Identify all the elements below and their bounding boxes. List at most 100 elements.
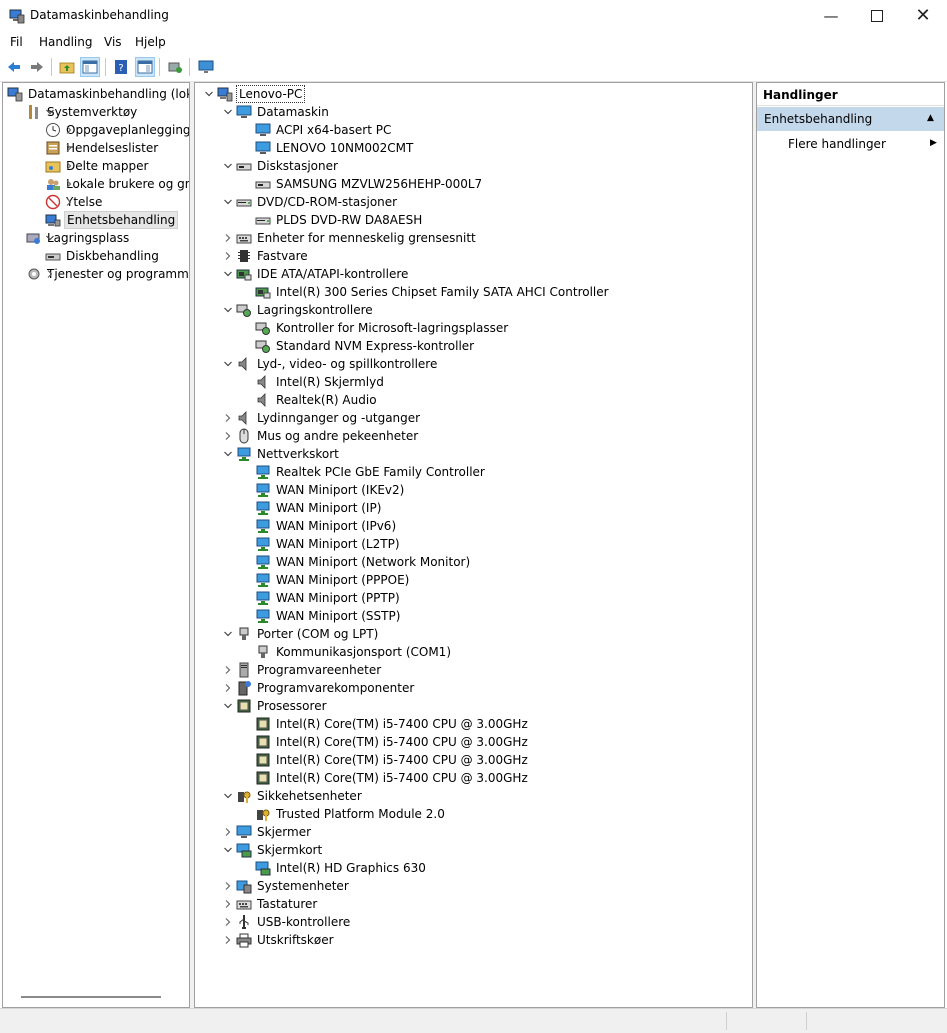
device-tree-item[interactable]: Lagringskontrollere (224, 301, 375, 319)
horizontal-scrollbar[interactable] (21, 996, 161, 998)
nav-tree-label[interactable]: Delte mapper (64, 158, 150, 174)
nav-tree-item[interactable]: Diskbehandling (45, 247, 161, 265)
nav-tree-label[interactable]: Datamaskinbehandling (lokal) (26, 86, 189, 102)
expand-chevron-icon[interactable] (222, 430, 234, 442)
device-tree-item[interactable]: IDE ATA/ATAPI-kontrollere (224, 265, 410, 283)
nav-tree-item[interactable]: Datamaskinbehandling (lokal) (7, 85, 189, 103)
forward-button[interactable] (27, 57, 47, 77)
collapse-chevron-icon[interactable] (222, 628, 234, 640)
device-tree-label[interactable]: WAN Miniport (SSTP) (274, 608, 402, 624)
device-tree-label[interactable]: Porter (COM og LPT) (255, 626, 380, 642)
menu-fil[interactable]: Fil (10, 35, 23, 49)
device-tree-item[interactable]: Utskriftskøer (225, 931, 336, 949)
nav-tree-item[interactable]: Lokale brukere og grupper (45, 175, 189, 193)
nav-tree-label[interactable]: Lokale brukere og grupper (64, 176, 189, 192)
device-tree-label[interactable]: Lydinnganger og -utganger (255, 410, 422, 426)
expand-chevron-icon[interactable] (63, 124, 75, 136)
device-tree-item[interactable]: Intel(R) Core(TM) i5-7400 CPU @ 3.00GHz (255, 733, 530, 751)
expand-chevron-icon[interactable] (222, 826, 234, 838)
device-tree-label[interactable]: Programvareenheter (255, 662, 383, 678)
device-tree-label[interactable]: WAN Miniport (IPv6) (274, 518, 398, 534)
device-tree-label[interactable]: Realtek PCIe GbE Family Controller (274, 464, 487, 480)
device-tree-item[interactable]: Enheter for menneskelig grensesnitt (225, 229, 478, 247)
menu-handling[interactable]: Handling (39, 35, 93, 49)
expand-chevron-icon[interactable] (222, 682, 234, 694)
device-tree-item[interactable]: Datamaskin (224, 103, 331, 121)
device-tree-label[interactable]: Systemenheter (255, 878, 351, 894)
expand-chevron-icon[interactable] (222, 916, 234, 928)
device-tree-label[interactable]: Diskstasjoner (255, 158, 340, 174)
device-tree-item[interactable]: Fastvare (225, 247, 310, 265)
device-tree-item[interactable]: Programvarekomponenter (225, 679, 416, 697)
device-tree-item[interactable]: Lyd-, video- og spillkontrollere (224, 355, 439, 373)
device-tree-item[interactable]: Lenovo-PC (205, 85, 306, 103)
device-tree-item[interactable]: Prosessorer (224, 697, 329, 715)
device-tree-label[interactable]: Intel(R) Core(TM) i5-7400 CPU @ 3.00GHz (274, 716, 530, 732)
device-tree-label[interactable]: USB-kontrollere (255, 914, 352, 930)
device-tree-label[interactable]: Intel(R) 300 Series Chipset Family SATA … (274, 284, 611, 300)
nav-tree-label[interactable]: Hendelseslister (64, 140, 160, 156)
device-tree-label[interactable]: Datamaskin (255, 104, 331, 120)
device-tree-item[interactable]: Kontroller for Microsoft-lagringsplasser (255, 319, 510, 337)
device-tree-label[interactable]: Intel(R) Core(TM) i5-7400 CPU @ 3.00GHz (274, 770, 530, 786)
expand-chevron-icon[interactable] (222, 664, 234, 676)
device-tree-label[interactable]: Kontroller for Microsoft-lagringsplasser (274, 320, 510, 336)
device-tree-label[interactable]: ACPI x64-basert PC (274, 122, 393, 138)
device-tree-item[interactable]: Trusted Platform Module 2.0 (255, 805, 447, 823)
menu-vis[interactable]: Vis (104, 35, 122, 49)
device-tree-label[interactable]: PLDS DVD-RW DA8AESH (274, 212, 424, 228)
device-tree-item[interactable]: WAN Miniport (Network Monitor) (255, 553, 472, 571)
close-button[interactable]: ✕ (900, 0, 946, 31)
device-tree-item[interactable]: Sikkehetsenheter (224, 787, 364, 805)
device-tree-item[interactable]: Realtek PCIe GbE Family Controller (255, 463, 487, 481)
collapse-chevron-icon[interactable] (222, 358, 234, 370)
device-tree-label[interactable]: Programvarekomponenter (255, 680, 416, 696)
expand-chevron-icon[interactable] (222, 934, 234, 946)
collapse-chevron-icon[interactable] (222, 106, 234, 118)
device-tree-item[interactable]: Standard NVM Express-kontroller (255, 337, 476, 355)
show-hide-tree-button[interactable] (80, 57, 100, 77)
collapse-chevron-icon[interactable] (222, 700, 234, 712)
device-tree-item[interactable]: Intel(R) Core(TM) i5-7400 CPU @ 3.00GHz (255, 769, 530, 787)
device-tree-item[interactable]: Intel(R) HD Graphics 630 (255, 859, 428, 877)
device-tree-item[interactable]: Skjermer (225, 823, 313, 841)
nav-tree-item[interactable]: Hendelseslister (45, 139, 160, 157)
device-tree-item[interactable]: Intel(R) Core(TM) i5-7400 CPU @ 3.00GHz (255, 751, 530, 769)
device-tree-item[interactable]: Programvareenheter (225, 661, 383, 679)
nav-tree-label[interactable]: Enhetsbehandling (64, 211, 179, 229)
device-tree-item[interactable]: WAN Miniport (SSTP) (255, 607, 402, 625)
nav-tree-item[interactable]: Ytelse (45, 193, 104, 211)
collapse-chevron-icon[interactable] (203, 88, 215, 100)
device-tree-item[interactable]: WAN Miniport (PPPOE) (255, 571, 411, 589)
back-button[interactable] (4, 57, 24, 77)
device-tree-item[interactable]: ACPI x64-basert PC (255, 121, 393, 139)
navigation-tree-pane[interactable]: Datamaskinbehandling (lokal) Systemverktø… (2, 82, 190, 1008)
expand-chevron-icon[interactable] (63, 196, 75, 208)
expand-chevron-icon[interactable] (222, 232, 234, 244)
device-tree-label[interactable]: DVD/CD-ROM-stasjoner (255, 194, 399, 210)
nav-tree-item[interactable]: Lagringsplass (26, 229, 131, 247)
collapse-chevron-icon[interactable] (222, 448, 234, 460)
device-tree-label[interactable]: LENOVO 10NM002CMT (274, 140, 415, 156)
device-tree-item[interactable]: Realtek(R) Audio (255, 391, 379, 409)
nav-tree-label[interactable]: Lagringsplass (45, 230, 131, 246)
nav-tree-label[interactable]: Systemverktøy (45, 104, 139, 120)
device-tree-label[interactable]: Nettverkskort (255, 446, 341, 462)
device-tree-item[interactable]: Porter (COM og LPT) (224, 625, 380, 643)
device-tree-item[interactable]: Diskstasjoner (224, 157, 340, 175)
device-tree-label[interactable]: Intel(R) Core(TM) i5-7400 CPU @ 3.00GHz (274, 752, 530, 768)
help-button[interactable]: ? (111, 57, 131, 77)
device-tree-label[interactable]: WAN Miniport (PPTP) (274, 590, 402, 606)
device-tree-item[interactable]: Nettverkskort (224, 445, 341, 463)
device-tree-label[interactable]: WAN Miniport (L2TP) (274, 536, 402, 552)
collapse-chevron-icon[interactable] (44, 232, 56, 244)
device-tree-pane[interactable]: Lenovo-PC Datamaskin ACPI x64-basert PC LEN… (194, 82, 753, 1008)
device-tree-item[interactable]: WAN Miniport (IKEv2) (255, 481, 406, 499)
device-tree-label[interactable]: Realtek(R) Audio (274, 392, 379, 408)
expand-chevron-icon[interactable] (63, 178, 75, 190)
device-tree-item[interactable]: Intel(R) 300 Series Chipset Family SATA … (255, 283, 611, 301)
device-tree-label[interactable]: WAN Miniport (IKEv2) (274, 482, 406, 498)
collapse-chevron-icon[interactable] (222, 196, 234, 208)
device-tree-item[interactable]: Systemenheter (225, 877, 351, 895)
device-tree-item[interactable]: Tastaturer (225, 895, 319, 913)
